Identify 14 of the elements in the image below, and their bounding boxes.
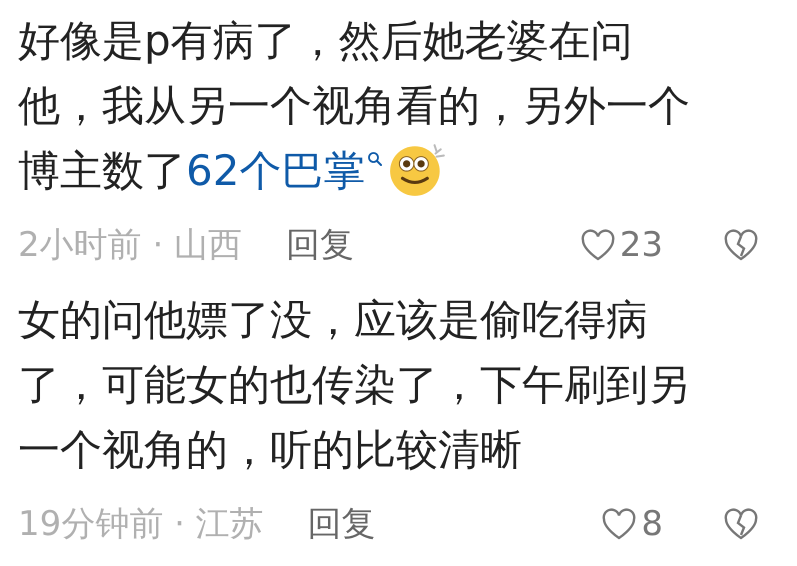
search-icon [367, 151, 384, 167]
like-button[interactable]: 8 [601, 504, 663, 544]
broken-heart-icon[interactable] [723, 228, 759, 262]
comment-text: 女的问他嫖了没，应该是偷吃得病 了，可能女的也传染了，下午刷到另 一个视角的，听的比较清晰 [18, 294, 691, 476]
heart-icon [601, 508, 638, 540]
like-button[interactable]: 23 [580, 225, 663, 265]
heart-icon [580, 228, 616, 262]
comment-text: 好像是p有病了，然后她老婆在问 他，我从另一个视角看的，另外一个 博主数了 62个巴掌 [18, 15, 691, 199]
reply-button[interactable]: 回复 [286, 222, 354, 268]
comment-time-location: 2小时前 · 山西 [18, 224, 242, 267]
comment-time-location: 19分钟前 · 江苏 [18, 503, 264, 546]
reply-button[interactable]: 回复 [308, 501, 376, 547]
search-link[interactable]: 62个巴掌 [186, 146, 384, 195]
broken-heart-icon[interactable] [723, 508, 759, 540]
